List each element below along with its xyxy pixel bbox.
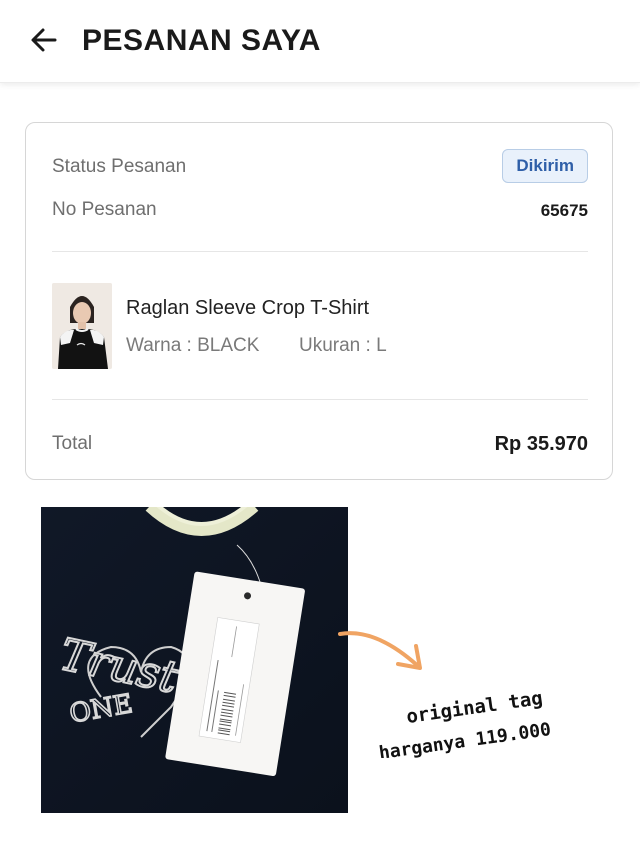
product-thumbnail[interactable] xyxy=(52,283,112,369)
order-number-label: No Pesanan xyxy=(52,199,157,220)
product-tag-photo: Trust ONE xyxy=(41,507,348,813)
status-label: Status Pesanan xyxy=(52,156,187,177)
divider xyxy=(52,251,588,252)
page-title: PESANAN SAYA xyxy=(82,24,321,57)
divider xyxy=(52,399,588,400)
svg-text:harganya 119.000: harganya 119.000 xyxy=(378,719,553,758)
back-button[interactable] xyxy=(26,22,62,58)
status-badge: Dikirim xyxy=(502,149,588,183)
arrow-left-icon xyxy=(31,28,57,52)
product-color: Warna : BLACK xyxy=(126,335,260,356)
order-number-value: 65675 xyxy=(540,201,588,220)
app-header: PESANAN SAYA xyxy=(0,0,640,83)
product-size: Ukuran : L xyxy=(299,335,387,356)
product-name[interactable]: Raglan Sleeve Crop T-Shirt xyxy=(126,297,369,320)
order-card: Status Pesanan Dikirim No Pesanan 65675 … xyxy=(25,122,613,480)
total-label: Total xyxy=(52,433,93,454)
annotation-note: original tag harganya 119.000 xyxy=(378,687,553,758)
total-value: Rp 35.970 xyxy=(494,433,588,455)
